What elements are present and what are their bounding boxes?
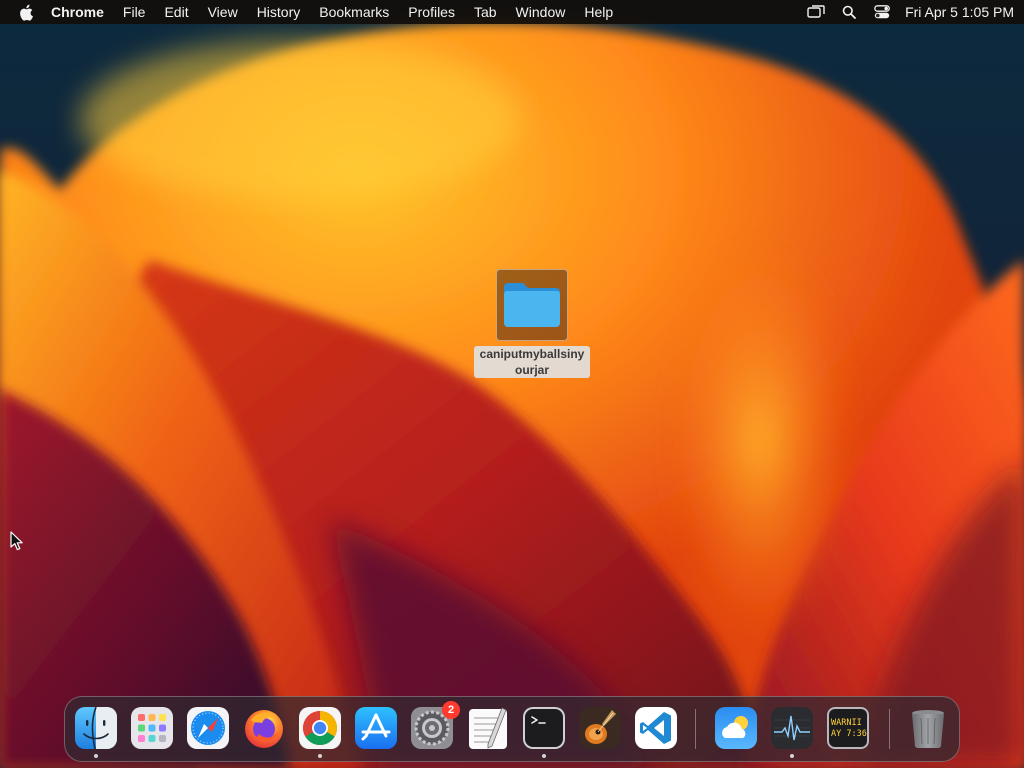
menu-file[interactable]: File xyxy=(123,0,146,24)
menu-history[interactable]: History xyxy=(257,0,301,24)
dock-item-finder[interactable] xyxy=(74,706,118,758)
dock-item-launchpad[interactable] xyxy=(130,706,174,750)
dock-item-terminal[interactable] xyxy=(522,706,566,758)
dock-item-chrome[interactable] xyxy=(298,706,342,758)
dock-item-activity-monitor[interactable] xyxy=(770,706,814,758)
finder-icon xyxy=(75,706,117,750)
textedit-icon xyxy=(469,707,507,749)
folder-name-label[interactable]: caniputmyballsinyourjar xyxy=(474,346,590,378)
running-indicator xyxy=(542,754,546,758)
terminal-icon xyxy=(523,707,565,749)
menu-tab[interactable]: Tab xyxy=(474,0,497,24)
dock-item-safari[interactable] xyxy=(186,706,230,750)
weather-icon xyxy=(715,707,757,749)
vscode-icon xyxy=(635,707,677,749)
menu-bookmarks[interactable]: Bookmarks xyxy=(319,0,389,24)
garageband-icon xyxy=(579,707,621,749)
desktop-folder[interactable]: caniputmyballsinyourjar xyxy=(470,269,594,379)
dock-item-trash[interactable] xyxy=(906,706,950,750)
trash-icon xyxy=(912,710,944,748)
safari-icon xyxy=(187,707,229,749)
app-store-icon xyxy=(355,707,397,749)
folder-icon xyxy=(504,283,560,327)
chrome-icon xyxy=(299,707,341,749)
menu-window[interactable]: Window xyxy=(516,0,566,24)
dock: 2 WARNII AY 7:36 xyxy=(64,696,960,762)
dock-item-system-settings[interactable]: 2 xyxy=(410,701,460,750)
console-warning-line-1: WARNII xyxy=(831,718,862,728)
menu-help[interactable]: Help xyxy=(584,0,613,24)
console-warning-line-2: AY 7:36 xyxy=(831,729,867,739)
wallpaper xyxy=(0,0,1024,768)
screen-mirroring-icon[interactable] xyxy=(806,4,826,20)
dock-item-console[interactable]: WARNII AY 7:36 xyxy=(826,706,870,750)
dock-item-garageband[interactable] xyxy=(578,706,622,750)
control-center-icon[interactable] xyxy=(872,4,892,20)
menu-view[interactable]: View xyxy=(208,0,238,24)
folder-selection-frame[interactable] xyxy=(496,269,568,341)
dock-separator xyxy=(889,709,890,749)
menu-profiles[interactable]: Profiles xyxy=(408,0,455,24)
menu-app-chrome[interactable]: Chrome xyxy=(51,0,104,24)
menu-bar-clock[interactable]: Fri Apr 5 1:05 PM xyxy=(905,4,1014,20)
running-indicator xyxy=(318,754,322,758)
dock-item-textedit[interactable] xyxy=(466,706,510,750)
running-indicator xyxy=(790,754,794,758)
desktop-screen: Chrome File Edit View History Bookmarks … xyxy=(0,0,1024,768)
console-icon: WARNII AY 7:36 xyxy=(827,707,869,749)
dock-item-firefox[interactable] xyxy=(242,706,286,750)
dock-item-weather[interactable] xyxy=(714,706,758,750)
dock-separator xyxy=(695,709,696,749)
menu-bar: Chrome File Edit View History Bookmarks … xyxy=(0,0,1024,24)
notification-badge: 2 xyxy=(442,701,460,719)
firefox-icon xyxy=(245,710,283,748)
dock-item-vscode[interactable] xyxy=(634,706,678,750)
mouse-pointer-icon xyxy=(10,531,23,551)
dock-item-app-store[interactable] xyxy=(354,706,398,750)
running-indicator xyxy=(94,754,98,758)
menu-edit[interactable]: Edit xyxy=(164,0,188,24)
spotlight-search-icon[interactable] xyxy=(839,4,859,20)
launchpad-icon xyxy=(131,707,173,749)
apple-menu-icon[interactable] xyxy=(19,3,35,21)
activity-monitor-icon xyxy=(771,707,813,749)
